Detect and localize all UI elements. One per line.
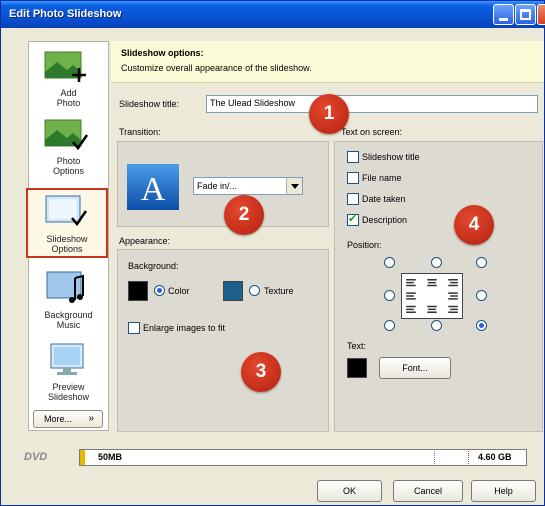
text-color-label: Text: [347, 341, 367, 351]
transition-panel: A Fade in/... [117, 141, 329, 227]
ok-button[interactable]: OK [317, 480, 382, 502]
chevron-double-down-icon: » [88, 413, 94, 424]
enlarge-images-label: Enlarge images to fit [143, 323, 226, 333]
background-color-swatch[interactable] [128, 281, 148, 301]
position-radio-top-right[interactable] [476, 257, 487, 268]
position-preview-icon [401, 273, 463, 319]
disc-usage-track: 50MB 4.60 GB [79, 449, 527, 466]
sidebar-item-label: Photo [56, 156, 81, 166]
sidebar-item-add-photo[interactable]: Add Photo [29, 44, 108, 114]
sidebar-item-label: Options [52, 166, 85, 176]
texture-radio-label: Texture [264, 286, 294, 296]
monitor-icon [50, 343, 84, 375]
slideshow-title-checkbox[interactable] [347, 151, 359, 163]
option-label: Description [362, 215, 408, 225]
date-taken-checkbox[interactable] [347, 193, 359, 205]
option-label: File name [362, 173, 402, 183]
transition-value: Fade in/... [197, 181, 238, 191]
cancel-button[interactable]: Cancel [393, 480, 463, 502]
photo-options-icon [44, 119, 89, 151]
sidebar-item-background-music[interactable]: Background Music [29, 266, 108, 336]
callout-badge: 3 [241, 352, 281, 392]
svg-text:A: A [141, 171, 166, 208]
sidebar-item-slideshow-options[interactable]: Slideshow Options [26, 188, 108, 258]
texture-radio[interactable] [249, 285, 260, 296]
appearance-label: Appearance: [119, 236, 171, 246]
edit-photo-slideshow-window: Edit Photo Slideshow Add Photo Photo Opt… [0, 0, 545, 506]
slideshow-title-input[interactable]: The Ulead Slideshow [206, 95, 538, 113]
sidebar-item-label: Slideshow [47, 392, 90, 402]
position-radio-bottom-left[interactable] [384, 320, 395, 331]
section-title: Slideshow options: [121, 48, 204, 58]
appearance-panel: Background: Color Texture Enlarge images… [117, 249, 329, 432]
sidebar-item-preview-slideshow[interactable]: Preview Slideshow [29, 338, 108, 408]
disc-usage-fill [80, 450, 85, 465]
sidebar-item-label: Options [51, 244, 83, 254]
window-title: Edit Photo Slideshow [9, 8, 122, 20]
option-label: Slideshow title [362, 152, 420, 162]
position-radio-bottom-right[interactable] [476, 320, 487, 331]
sidebar-item-label: Slideshow [46, 234, 88, 244]
section-subtitle: Customize overall appearance of the slid… [121, 63, 312, 73]
callout-badge: 4 [454, 205, 494, 245]
position-radio-bottom-center[interactable] [431, 320, 442, 331]
position-radio-middle-right[interactable] [476, 290, 487, 301]
sidebar-item-label: Photo [56, 98, 81, 108]
text-color-swatch[interactable] [347, 358, 367, 378]
transition-label: Transition: [119, 127, 161, 137]
position-radio-top-center[interactable] [431, 257, 442, 268]
option-label: Date taken [362, 194, 406, 204]
description-checkbox[interactable] [347, 212, 359, 226]
sidebar-item-label: Preview [52, 382, 85, 392]
sidebar-item-label: Add [60, 88, 77, 98]
music-note-icon [46, 271, 84, 303]
background-label: Background: [128, 261, 179, 271]
callout-badge: 1 [309, 94, 349, 134]
close-button[interactable] [537, 4, 545, 25]
header-band: Slideshow options: Customize overall app… [111, 41, 544, 83]
transition-preview-icon: A [127, 164, 179, 210]
texture-swatch[interactable] [223, 281, 243, 301]
minimize-button[interactable] [493, 4, 514, 25]
transition-select[interactable]: Fade in/... [193, 177, 303, 195]
help-button[interactable]: Help [471, 480, 536, 502]
text-on-screen-label: Text on screen: [341, 127, 403, 137]
position-radio-middle-left[interactable] [384, 290, 395, 301]
font-button[interactable]: Font... [379, 357, 451, 379]
sidebar-item-label: Background [44, 310, 93, 320]
more-label: More... [44, 414, 73, 424]
position-radio-top-left[interactable] [384, 257, 395, 268]
sidebar-item-photo-options[interactable]: Photo Options [29, 112, 108, 182]
minimize-icon [499, 18, 508, 21]
maximize-icon [520, 9, 531, 20]
sidebar-item-label: Music [56, 320, 81, 330]
callout-badge: 2 [224, 195, 264, 235]
enlarge-images-checkbox[interactable] [128, 322, 140, 334]
add-photo-icon [44, 51, 86, 82]
disc-type-label: DVD [24, 451, 48, 463]
disc-marker [434, 451, 435, 464]
disc-used-label: 50MB [98, 452, 123, 462]
position-label: Position: [347, 240, 382, 250]
chevron-down-icon[interactable] [286, 178, 302, 194]
slideshow-options-icon [45, 195, 88, 227]
color-radio-label: Color [168, 286, 190, 296]
disc-capacity-label: 4.60 GB [478, 452, 512, 462]
file-name-checkbox[interactable] [347, 172, 359, 184]
disc-capacity-bar: DVD 50MB 4.60 GB [4, 449, 543, 466]
more-button[interactable]: More... » [33, 410, 103, 428]
disc-marker [468, 451, 469, 464]
title-bar[interactable]: Edit Photo Slideshow [1, 1, 545, 28]
sidebar: Add Photo Photo Options Slideshow Option… [26, 41, 109, 431]
maximize-button[interactable] [515, 4, 536, 25]
slideshow-title-label: Slideshow title: [119, 99, 180, 109]
color-radio[interactable] [154, 285, 165, 296]
